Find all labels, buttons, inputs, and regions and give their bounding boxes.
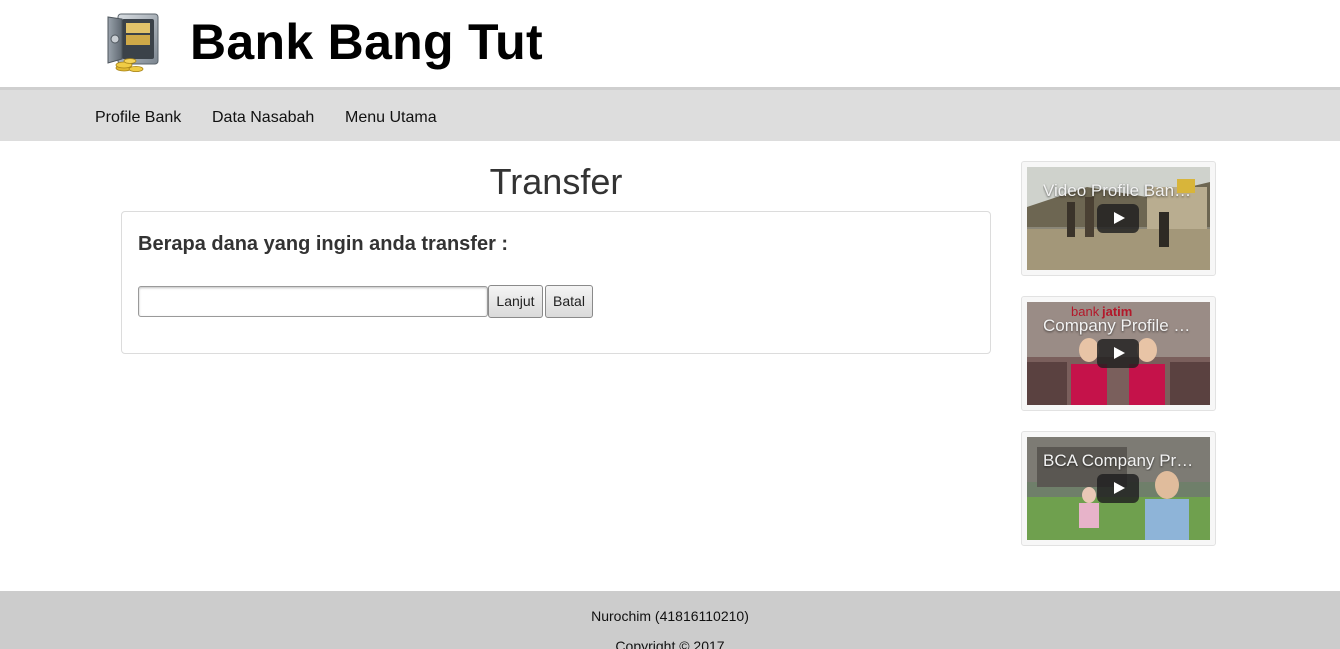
nav-item-profile-bank[interactable]: Profile Bank: [95, 108, 181, 128]
video-thumbnail[interactable]: bank jatim Company Profile Bank Jatim: [1027, 302, 1210, 405]
next-button[interactable]: Lanjut: [488, 285, 543, 318]
nav-item-menu-utama[interactable]: Menu Utama: [345, 108, 437, 128]
site-title: Bank Bang Tut: [190, 14, 543, 70]
video-card-bca[interactable]: BCA Company Profile: [1021, 431, 1216, 546]
video-card-company-profile[interactable]: bank jatim Company Profile Bank Jatim: [1021, 296, 1216, 411]
transfer-amount-input[interactable]: [138, 286, 488, 317]
video-card-profile[interactable]: Video Profile Bank Jatim: [1021, 161, 1216, 276]
site-footer: Nurochim (41816110210) Copyright © 2017: [0, 591, 1340, 649]
video-thumbnail[interactable]: Video Profile Bank Jatim: [1027, 167, 1210, 270]
page-title: Transfer: [489, 161, 623, 202]
footer-author: Nurochim (41816110210): [591, 608, 749, 624]
play-icon[interactable]: [1097, 204, 1139, 233]
site-header: Bank Bang Tut: [0, 0, 1340, 87]
transfer-question-label: Berapa dana yang ingin anda transfer :: [138, 233, 509, 255]
footer-copyright: Copyright © 2017: [615, 638, 725, 649]
main-navbar: Profile Bank Data Nasabah Menu Utama: [0, 87, 1340, 141]
video-title: BCA Company Profile: [1043, 451, 1198, 470]
transfer-panel: Berapa dana yang ingin anda transfer : L…: [121, 211, 991, 354]
video-title: Company Profile Bank Jatim: [1043, 316, 1198, 335]
play-icon[interactable]: [1097, 339, 1139, 368]
video-title: Video Profile Bank Jatim: [1043, 181, 1198, 200]
nav-item-data-nasabah[interactable]: Data Nasabah: [212, 108, 314, 128]
safe-logo-icon: [104, 11, 160, 73]
play-icon[interactable]: [1097, 474, 1139, 503]
video-thumbnail[interactable]: BCA Company Profile: [1027, 437, 1210, 540]
cancel-button[interactable]: Batal: [545, 285, 593, 318]
